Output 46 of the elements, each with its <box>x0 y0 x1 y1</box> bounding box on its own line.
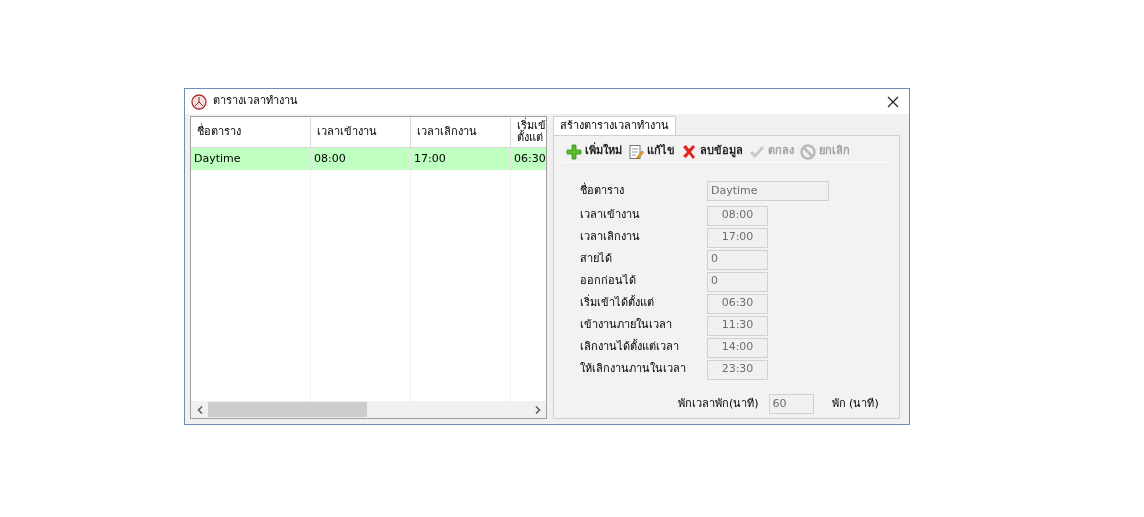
column-header[interactable]: เวลาเลิกงาน <box>411 117 511 147</box>
input-field[interactable]: 0 <box>707 249 768 270</box>
field-label: เวลาเลิกงาน <box>580 229 641 246</box>
horizontal-scrollbar[interactable] <box>191 401 546 418</box>
table-cell: 17:00 <box>411 148 511 170</box>
tab[interactable]: สร้างตารางเวลาทำงาน <box>553 116 676 135</box>
field-label: ออกก่อนได้ <box>580 273 637 290</box>
field-label: เริ่มเข้าได้ตั้งแต่ <box>580 295 655 312</box>
close-icon[interactable] <box>887 95 899 108</box>
toolbar-button[interactable]: ลบข้อมูล <box>681 143 743 160</box>
table-cell: 06:30 <box>511 148 546 170</box>
input-field[interactable]: 23:30 <box>707 359 768 380</box>
input-field[interactable]: 11:30 <box>707 315 768 336</box>
scroll-thumb[interactable] <box>208 402 367 417</box>
field-label: เลิกงานได้ตั้งแต่เวลา <box>580 339 680 356</box>
column-header[interactable]: ชื่อตาราง <box>191 117 311 147</box>
break-input-field[interactable]: 60 <box>768 394 814 414</box>
input-field[interactable]: 0 <box>707 271 768 292</box>
scroll-left-icon[interactable] <box>196 405 203 414</box>
field-label: เข้างานภายในเวลา <box>580 317 673 334</box>
clock-icon <box>191 93 207 110</box>
prohibited-icon <box>800 143 816 160</box>
input-field[interactable]: 06:30 <box>707 293 768 314</box>
table-cell: Daytime <box>191 148 311 170</box>
toolbar-button[interactable]: แก้ไข <box>628 143 675 160</box>
column-header[interactable]: เวลาเข้างาน <box>311 117 411 147</box>
delete-x-icon <box>681 143 697 160</box>
input-field[interactable]: Daytime <box>707 181 829 201</box>
scroll-right-icon[interactable] <box>534 405 541 414</box>
field-label: ชื่อตาราง <box>580 182 625 199</box>
field-label: ให้เลิกงานภานในเวลา <box>580 361 687 378</box>
input-field[interactable]: 14:00 <box>707 337 768 358</box>
window-title: ตารางเวลาทำงาน <box>213 93 298 110</box>
notepad-pencil-icon <box>628 143 644 160</box>
input-field[interactable]: 08:00 <box>707 205 768 226</box>
column-header[interactable]: เริ่มเข้ ตั้งแต่ <box>511 117 546 147</box>
check-icon <box>749 143 765 160</box>
break-label: พักเวลาพัก(นาที) <box>678 395 759 412</box>
toolbar-button[interactable]: เพิ่มใหม่ <box>566 143 622 160</box>
break-unit: พัก (นาที) <box>831 395 879 412</box>
input-field[interactable]: 17:00 <box>707 227 768 248</box>
field-label: เวลาเข้างาน <box>580 207 641 224</box>
table-cell: 08:00 <box>311 148 411 170</box>
plus-icon <box>566 143 582 160</box>
field-label: สายได้ <box>580 251 613 268</box>
table-row[interactable]: Daytime 08:00 17:00 06:30 <box>191 148 546 170</box>
